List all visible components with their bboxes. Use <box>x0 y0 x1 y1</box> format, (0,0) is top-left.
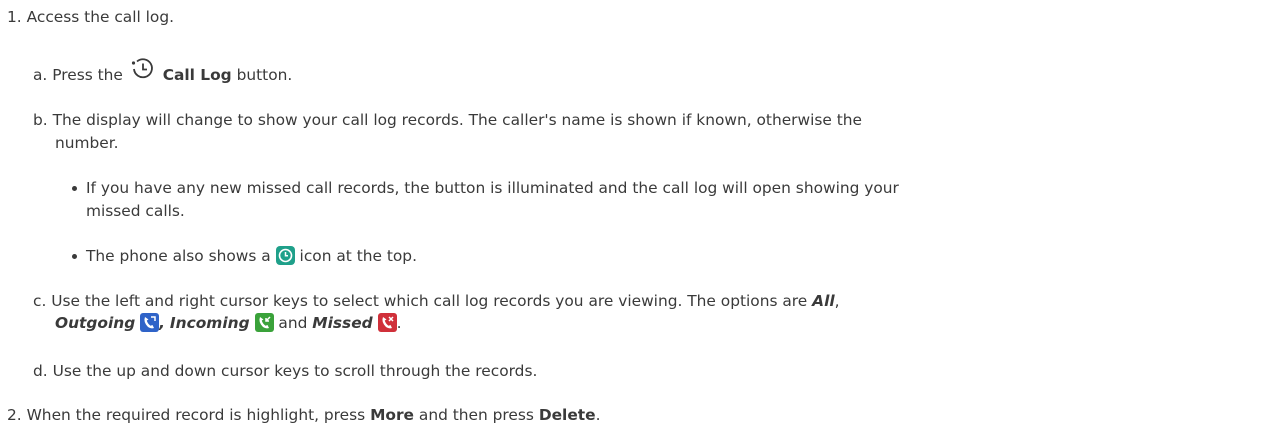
comma-2: , <box>159 314 166 332</box>
clock-history-icon <box>128 56 158 89</box>
and-text: and <box>278 314 308 332</box>
option-all: All <box>812 292 835 310</box>
delete-label: Delete <box>538 406 596 424</box>
bullet-1-marker <box>72 186 77 191</box>
more-label: More <box>370 406 414 424</box>
bullet-2-pre: The phone also shows a <box>86 247 271 265</box>
missed-call-icon <box>377 313 397 337</box>
bullet-2-post: icon at the top. <box>299 247 417 265</box>
bullet-1-text-2: missed calls. <box>86 202 185 220</box>
bullet-1-text-1: If you have any new missed call records,… <box>86 179 899 197</box>
bullet-1-line2: missed calls. <box>86 201 185 221</box>
outgoing-call-icon <box>140 313 160 337</box>
substep-b-line2: number. <box>55 133 119 153</box>
bullet-1-line1: If you have any new missed call records,… <box>86 178 899 198</box>
step-2-mid: and then press <box>418 406 534 424</box>
step-1: 1. Access the call log. <box>7 7 174 27</box>
instructions-document: 1. Access the call log. a. Press the Cal… <box>0 0 1282 432</box>
substep-b-text-1: The display will change to show your cal… <box>52 111 862 129</box>
step-1-number: 1. <box>7 8 22 26</box>
step-2: 2. When the required record is highlight… <box>7 405 600 425</box>
substep-a-post: button. <box>236 66 293 84</box>
substep-d: d. Use the up and down cursor keys to sc… <box>33 361 537 381</box>
substep-d-text: Use the up and down cursor keys to scrol… <box>52 362 538 380</box>
substep-a-letter: a. <box>33 66 48 84</box>
substep-a-pre: Press the <box>52 66 123 84</box>
period: . <box>396 314 402 332</box>
option-outgoing: Outgoing <box>55 314 136 332</box>
substep-c-text: Use the left and right cursor keys to se… <box>51 292 808 310</box>
call-log-label: Call Log <box>162 66 232 84</box>
comma: , <box>834 292 840 310</box>
substep-a: a. Press the Call Log button. <box>33 56 292 89</box>
option-missed: Missed <box>312 314 373 332</box>
substep-b-line1: b. The display will change to show your … <box>33 110 862 130</box>
substep-c-line2: Outgoing , Incoming and Missed . <box>55 313 401 337</box>
step-2-number: 2. <box>7 406 22 424</box>
substep-b-text-2: number. <box>55 134 119 152</box>
bullet-2: The phone also shows a icon at the top. <box>86 246 417 270</box>
incoming-call-icon <box>254 313 274 337</box>
step-2-pre: When the required record is highlight, p… <box>26 406 366 424</box>
option-incoming: Incoming <box>169 314 250 332</box>
step-2-post: . <box>595 406 601 424</box>
bullet-2-marker <box>72 254 77 259</box>
substep-c-letter: c. <box>33 292 47 310</box>
substep-b-letter: b. <box>33 111 48 129</box>
substep-d-letter: d. <box>33 362 48 380</box>
substep-c-line1: c. Use the left and right cursor keys to… <box>33 291 840 311</box>
missed-call-status-icon <box>275 246 295 270</box>
step-1-text: Access the call log. <box>26 8 175 26</box>
